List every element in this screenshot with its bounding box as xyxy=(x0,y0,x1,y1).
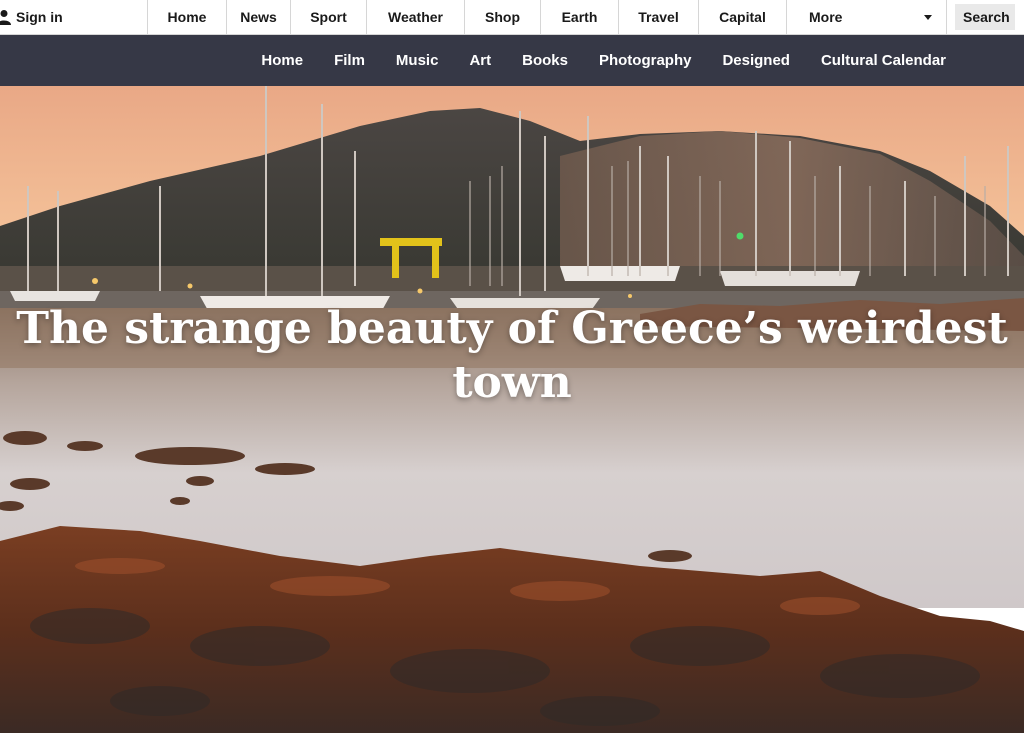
subnav-item-photography[interactable]: Photography xyxy=(599,52,692,69)
article-headline: The strange beauty of Greece’s weirdest … xyxy=(16,303,1008,408)
more-menu-button[interactable]: More xyxy=(787,0,947,34)
subnav-item-designed[interactable]: Designed xyxy=(722,52,790,69)
sign-in-label: Sign in xyxy=(16,9,63,25)
primary-nav: Home News Sport Weather Shop Earth Travel Capit… xyxy=(148,0,787,34)
subnav-item-music[interactable]: Music xyxy=(396,52,439,69)
subnav-item-home[interactable]: Home xyxy=(261,52,303,69)
nav-item-shop[interactable]: Shop xyxy=(465,0,541,34)
nav-item-home[interactable]: Home xyxy=(148,0,227,34)
more-label: More xyxy=(809,9,843,25)
subnav-item-art[interactable]: Art xyxy=(469,52,491,69)
nav-item-news[interactable]: News xyxy=(227,0,291,34)
nav-item-travel[interactable]: Travel xyxy=(619,0,699,34)
hero-image: The strange beauty of Greece’s weirdest … xyxy=(0,86,1024,733)
sign-in-link[interactable]: Sign in xyxy=(0,0,148,34)
nav-item-capital[interactable]: Capital xyxy=(699,0,787,34)
nav-item-sport[interactable]: Sport xyxy=(291,0,367,34)
chevron-down-icon xyxy=(924,14,932,20)
nav-item-weather[interactable]: Weather xyxy=(367,0,465,34)
nav-item-earth[interactable]: Earth xyxy=(541,0,619,34)
culture-sub-navigation: Home Film Music Art Books Photography Designed… xyxy=(0,35,1024,86)
search-button[interactable]: Search xyxy=(955,4,1015,30)
subnav-item-cultural-calendar[interactable]: Cultural Calendar xyxy=(821,52,946,69)
top-navigation-bar: Sign in Home News Sport Weather Shop Earth Tra… xyxy=(0,0,1024,35)
user-icon xyxy=(0,10,11,25)
search-area: Search xyxy=(947,0,1024,34)
search-label: Search xyxy=(963,9,1010,25)
subnav-item-books[interactable]: Books xyxy=(522,52,568,69)
subnav-item-film[interactable]: Film xyxy=(334,52,365,69)
